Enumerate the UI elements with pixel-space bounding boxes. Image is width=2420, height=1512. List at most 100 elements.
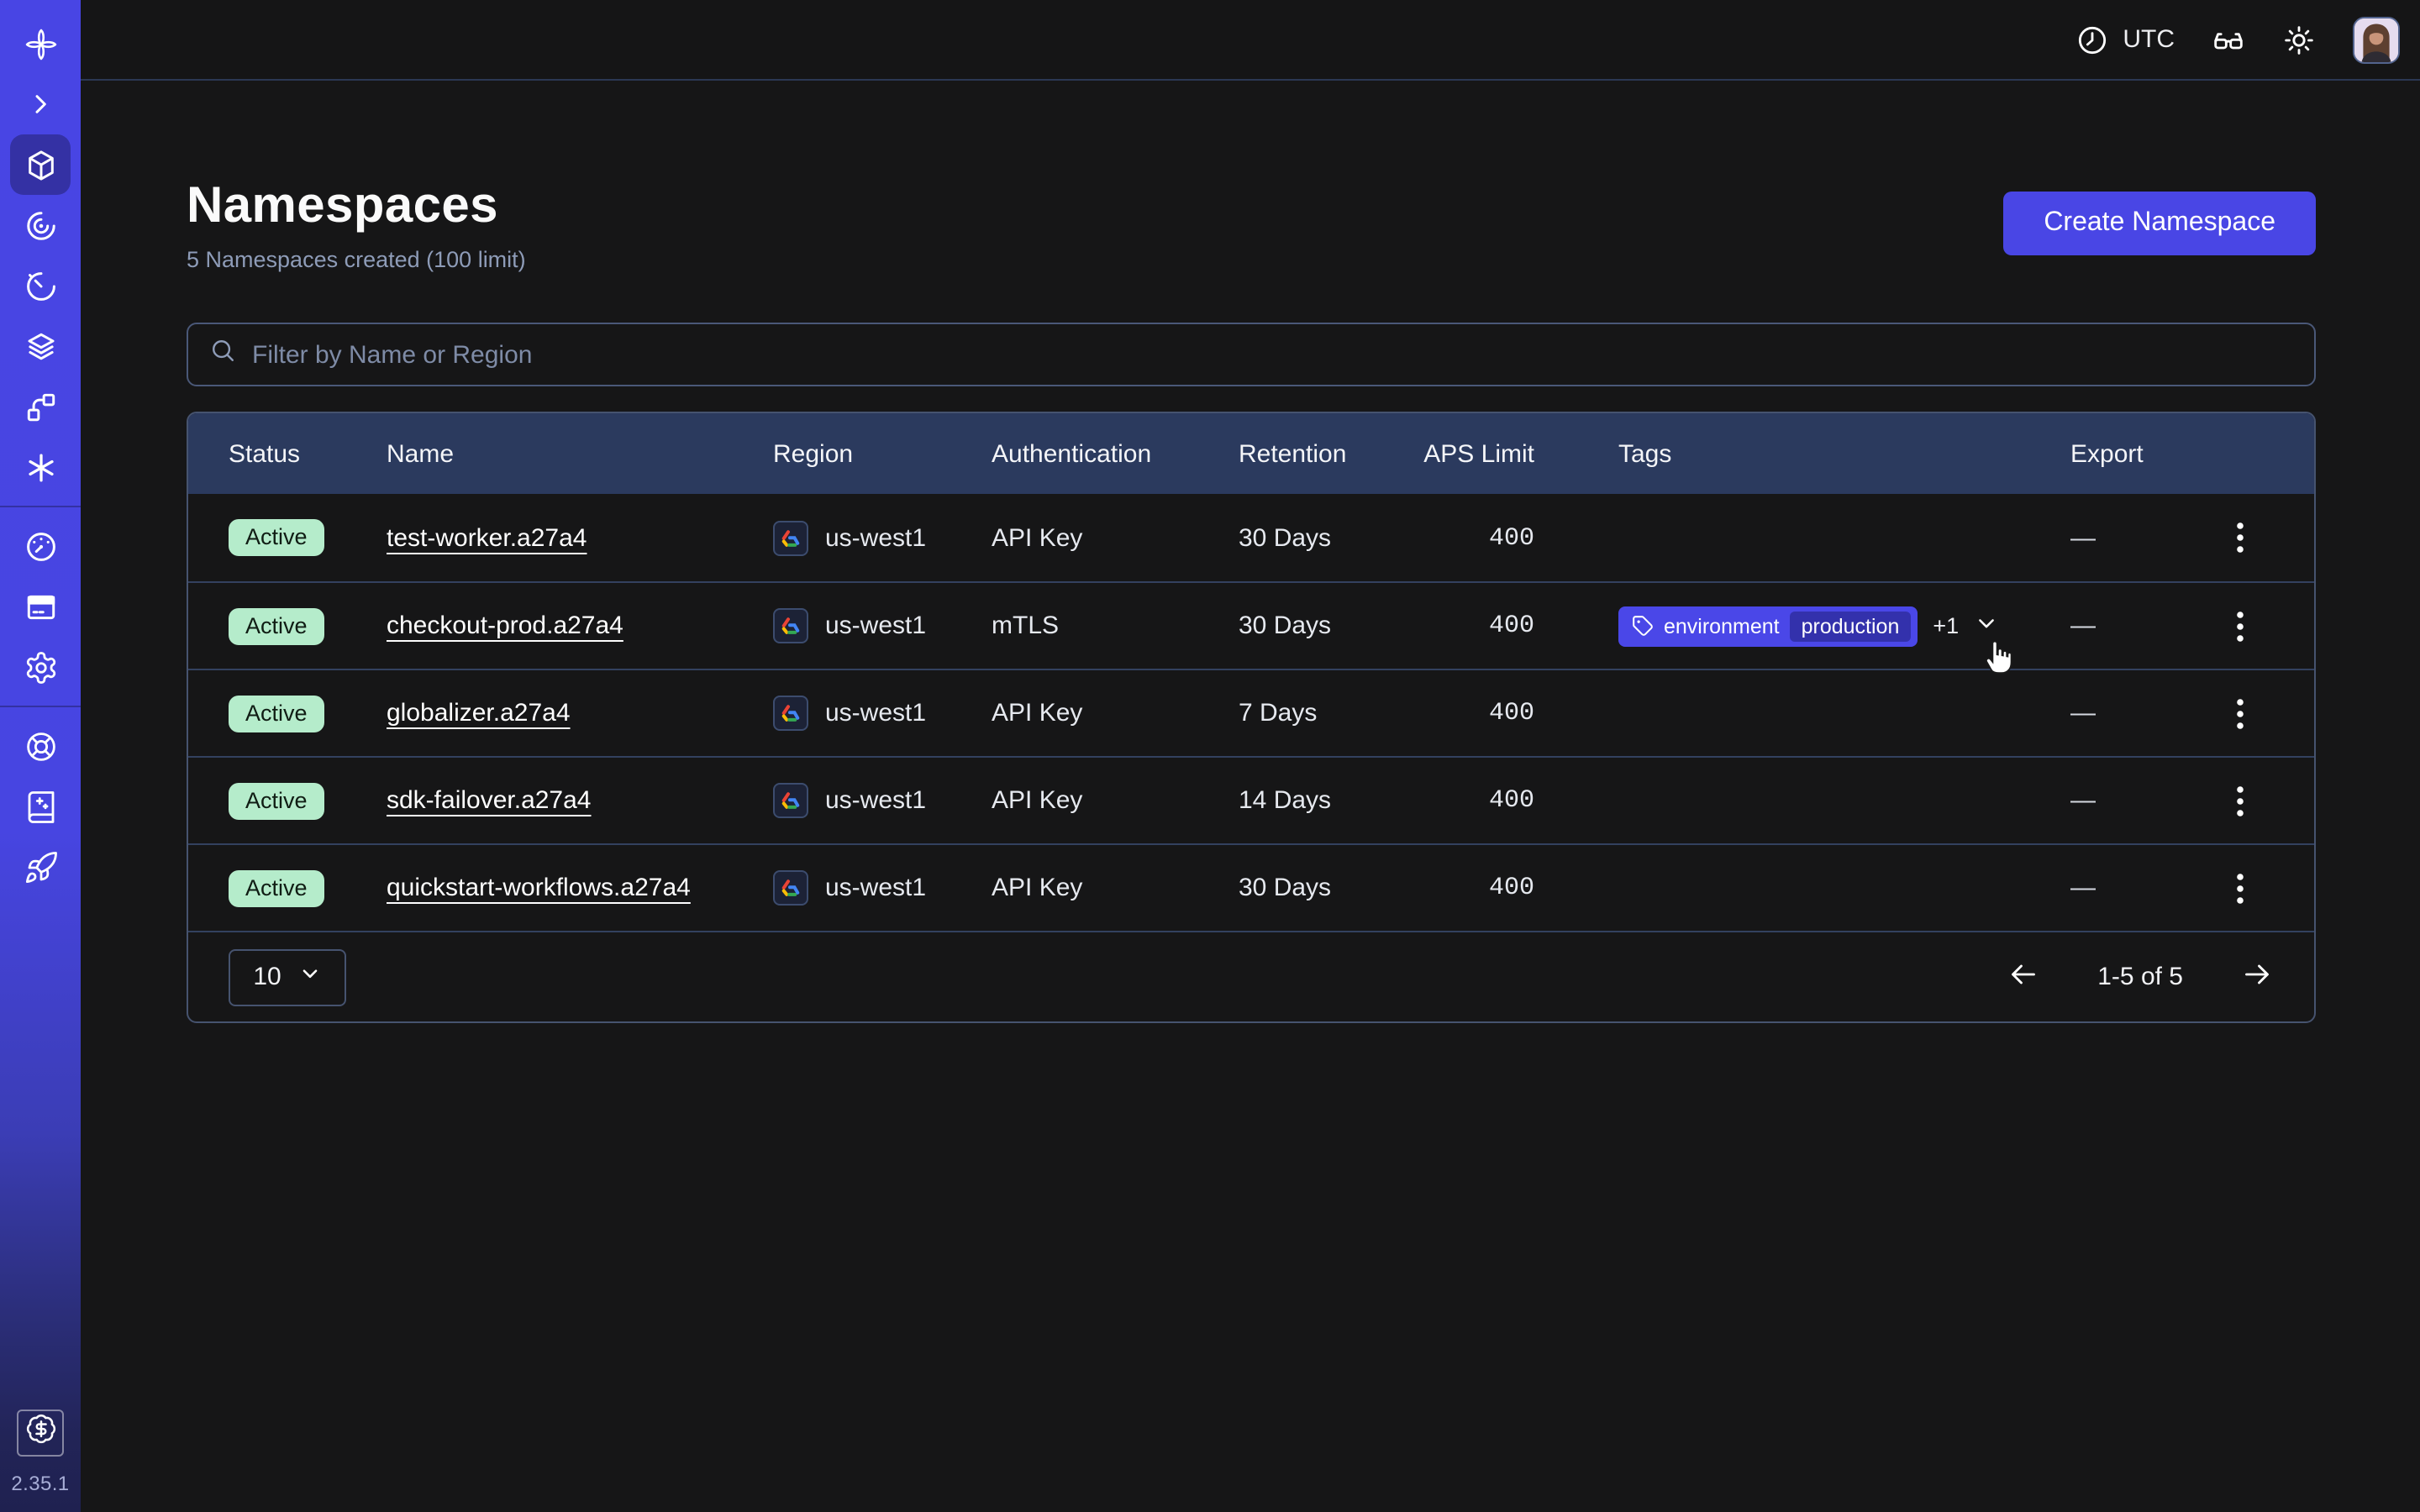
row-menu-button[interactable] — [2217, 691, 2261, 735]
sidebar-item-pricing[interactable] — [17, 1410, 64, 1457]
previous-page-button[interactable] — [2007, 958, 2040, 996]
sidebar-item-support[interactable] — [10, 716, 71, 776]
kebab-icon — [2236, 611, 2243, 641]
next-page-button[interactable] — [2240, 958, 2274, 996]
row-menu-button[interactable] — [2217, 516, 2261, 559]
col-header-authentication: Authentication — [992, 439, 1239, 468]
sidebar-item-nexus[interactable] — [10, 376, 71, 437]
export-cell: — — [2070, 612, 2205, 640]
main-content: Namespaces 5 Namespaces created (100 lim… — [81, 81, 2420, 1512]
sidebar-item-billing[interactable] — [10, 576, 71, 637]
timezone-selector[interactable]: UTC — [2075, 23, 2175, 56]
authentication-cell: mTLS — [992, 612, 1239, 640]
name-cell: sdk-failover.a27a4 — [387, 786, 773, 815]
topbar: UTC — [81, 0, 2420, 81]
page-size-select[interactable]: 10 — [229, 948, 346, 1005]
export-cell: — — [2070, 523, 2205, 552]
sidebar-item-docs[interactable] — [10, 776, 71, 837]
user-avatar[interactable] — [2353, 16, 2400, 63]
namespace-link[interactable]: quickstart-workflows.a27a4 — [387, 874, 691, 902]
status-cell: Active — [229, 519, 387, 556]
col-header-export: Export — [2070, 439, 2205, 468]
table-row: Active quickstart-workflows.a27a4 us-wes… — [188, 843, 2314, 931]
status-badge: Active — [229, 782, 324, 819]
sidebar-item-insights[interactable] — [10, 195, 71, 255]
sidebar-item-usage[interactable] — [10, 516, 71, 576]
namespace-link[interactable]: test-worker.a27a4 — [387, 523, 587, 552]
export-cell: — — [2070, 699, 2205, 727]
page-title-block: Namespaces 5 Namespaces created (100 lim… — [187, 178, 526, 272]
namespace-link[interactable]: checkout-prod.a27a4 — [387, 612, 623, 640]
search-input[interactable] — [252, 340, 2294, 369]
kebab-icon — [2236, 698, 2243, 728]
sidebar-item-deployments[interactable] — [10, 316, 71, 376]
sidebar-item-namespaces[interactable] — [10, 134, 71, 195]
sidebar-item-home[interactable] — [10, 13, 71, 74]
sidebar-divider — [0, 506, 81, 507]
kebab-icon — [2236, 873, 2243, 903]
clock-icon — [2075, 23, 2109, 56]
sidebar-item-batch-operations[interactable] — [10, 437, 71, 497]
retention-cell: 7 Days — [1239, 699, 1400, 727]
export-cell: — — [2070, 874, 2205, 902]
tags-cell: environment production +1 — [1534, 606, 2070, 646]
sidebar-item-collapse[interactable] — [10, 74, 71, 134]
namespace-link[interactable]: globalizer.a27a4 — [387, 699, 571, 727]
sidebar-item-getting-started[interactable] — [10, 837, 71, 897]
col-header-aps-limit: APS Limit — [1400, 439, 1534, 468]
temporal-logo-icon — [23, 26, 58, 61]
life-ring-icon — [23, 728, 58, 764]
row-menu-button[interactable] — [2217, 604, 2261, 648]
sidebar-item-settings[interactable] — [10, 637, 71, 697]
aps-limit-cell: 400 — [1400, 523, 1534, 552]
spiral-icon — [23, 207, 58, 243]
kebab-icon — [2236, 785, 2243, 816]
status-cell: Active — [229, 607, 387, 644]
tags-expand-button[interactable] — [1974, 611, 1997, 641]
col-header-region: Region — [773, 439, 992, 468]
pagination-range-label: 1-5 of 5 — [2097, 963, 2183, 991]
status-cell: Active — [229, 695, 387, 732]
namespace-link[interactable]: sdk-failover.a27a4 — [387, 786, 592, 815]
table-row: Active sdk-failover.a27a4 us-west1 API K… — [188, 756, 2314, 843]
sidebar: 2.35.1 — [0, 0, 81, 1512]
region-cell: us-west1 — [773, 696, 992, 731]
filter-bar — [187, 323, 2316, 386]
theme-toggle-button[interactable] — [2282, 23, 2316, 56]
aps-limit-cell: 400 — [1400, 874, 1534, 902]
retention-cell: 14 Days — [1239, 786, 1400, 815]
region-cell: us-west1 — [773, 783, 992, 818]
search-icon — [208, 336, 237, 373]
table-row: Active globalizer.a27a4 us-west1 API Key… — [188, 669, 2314, 756]
browser-card-icon — [23, 589, 58, 624]
sidebar-item-schedules[interactable] — [10, 255, 71, 316]
timer-icon — [23, 268, 58, 303]
row-menu-button[interactable] — [2217, 779, 2261, 822]
status-cell: Active — [229, 782, 387, 819]
actions-cell — [2205, 691, 2274, 735]
col-header-retention: Retention — [1239, 439, 1400, 468]
gcp-icon — [773, 608, 808, 643]
app-window: UTC 2.35.1 — [0, 0, 2420, 1512]
pagination: 1-5 of 5 — [2007, 958, 2274, 996]
table-row: Active test-worker.a27a4 us-west1 API Ke… — [188, 494, 2314, 581]
reader-mode-button[interactable] — [2212, 23, 2245, 56]
col-header-tags: Tags — [1534, 439, 2070, 468]
arrow-left-icon — [2007, 958, 2040, 996]
aps-limit-cell: 400 — [1400, 786, 1534, 815]
region-label: us-west1 — [825, 699, 926, 727]
create-namespace-button[interactable]: Create Namespace — [2003, 192, 2316, 255]
chevron-down-icon — [300, 963, 322, 991]
actions-cell — [2205, 604, 2274, 648]
screen: UTC 2.35.1 — [0, 0, 2420, 1512]
page-subtitle: 5 Namespaces created (100 limit) — [187, 247, 526, 272]
status-badge: Active — [229, 869, 324, 906]
col-header-name: Name — [387, 439, 773, 468]
authentication-cell: API Key — [992, 523, 1239, 552]
name-cell: checkout-prod.a27a4 — [387, 612, 773, 640]
chevron-down-icon — [1974, 611, 1997, 641]
status-cell: Active — [229, 869, 387, 906]
gcp-icon — [773, 783, 808, 818]
row-menu-button[interactable] — [2217, 866, 2261, 910]
status-badge: Active — [229, 695, 324, 732]
